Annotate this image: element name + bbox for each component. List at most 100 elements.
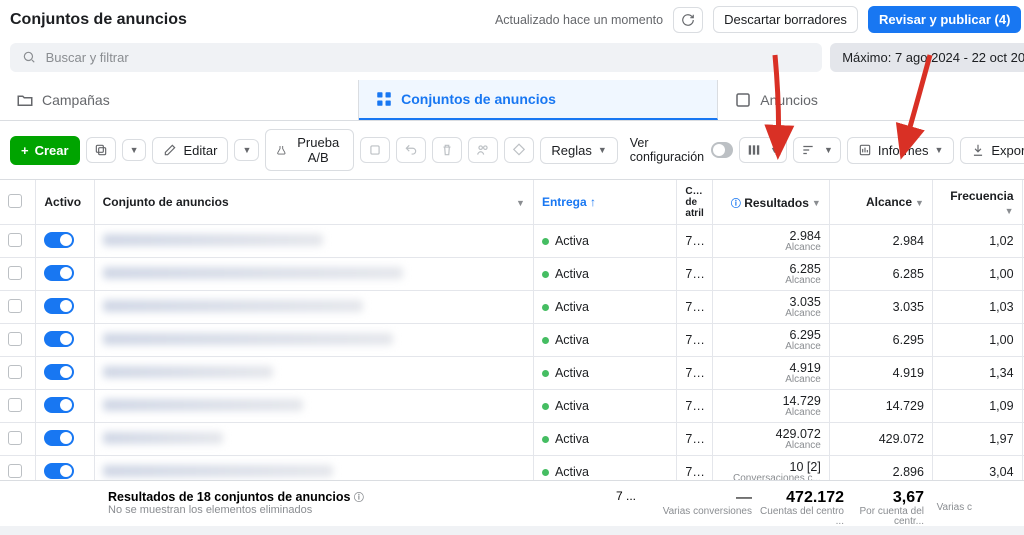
row-con: 7 ... — [677, 324, 713, 357]
row-frequency: 1,00 — [932, 324, 1022, 357]
row-checkbox[interactable] — [8, 365, 22, 379]
delete-button[interactable] — [432, 137, 462, 163]
row-reach: 14.729 — [829, 390, 932, 423]
row-con: 7 ... — [677, 225, 713, 258]
refresh-button[interactable] — [673, 7, 703, 33]
row-reach: 429.072 — [829, 423, 932, 456]
row-con: 7 ... — [677, 423, 713, 456]
tab-campaigns[interactable]: Campañas — [0, 80, 359, 120]
row-name[interactable] — [103, 465, 333, 477]
row-toggle[interactable] — [44, 265, 74, 281]
row-checkbox[interactable] — [8, 233, 22, 247]
row-name[interactable] — [103, 300, 363, 312]
row-name[interactable] — [103, 366, 273, 378]
table-row[interactable]: Activa7 ...14.729Alcance14.7291,09Por 1.… — [0, 390, 1024, 423]
row-reach: 6.295 — [829, 324, 932, 357]
row-delivery: Activa — [533, 291, 676, 324]
status-dot-icon — [542, 337, 549, 344]
date-range-picker[interactable]: Máximo: 7 ago 2024 - 22 oct 2024 ▼ — [830, 43, 1024, 72]
discard-drafts-button[interactable]: Descartar borradores — [713, 6, 858, 33]
row-con: 7 ... — [677, 357, 713, 390]
view-setup-label: Ver configuración — [630, 136, 705, 164]
edit-button[interactable]: Editar — [152, 137, 228, 164]
row-frequency: 1,09 — [932, 390, 1022, 423]
row-checkbox[interactable] — [8, 299, 22, 313]
row-name[interactable] — [103, 267, 403, 279]
row-toggle[interactable] — [44, 331, 74, 347]
row-con: 7 ... — [677, 258, 713, 291]
col-reach[interactable]: Alcance▼ — [829, 180, 932, 225]
row-results: 10 [2]Conversaciones c... — [713, 456, 830, 480]
duplicate-dropdown[interactable]: ▼ — [122, 139, 147, 161]
footer-res: — — [648, 489, 752, 507]
row-reach: 4.919 — [829, 357, 932, 390]
row-results: 4.919Alcance — [713, 357, 830, 390]
updated-time: Actualizado hace un momento — [495, 13, 663, 27]
col-con[interactable]: Con de atril — [677, 180, 713, 225]
ab-test-button[interactable]: Prueba A/B — [265, 129, 354, 171]
row-checkbox[interactable] — [8, 464, 22, 478]
table-row[interactable]: Activa7 ...6.295Alcance6.2951,00Por 1.00… — [0, 324, 1024, 357]
row-checkbox[interactable] — [8, 398, 22, 412]
row-toggle[interactable] — [44, 298, 74, 314]
row-results: 14.729Alcance — [713, 390, 830, 423]
table-row[interactable]: Activa7 ...3.035Alcance3.0351,03Por 1.00… — [0, 291, 1024, 324]
tab-adsets[interactable]: Conjuntos de anuncios — [359, 80, 718, 120]
col-checkbox[interactable] — [0, 180, 36, 225]
table-row[interactable]: Activa7 ...6.285Alcance6.2851,00Por 1.00… — [0, 258, 1024, 291]
duplicate-button[interactable] — [86, 137, 116, 163]
row-frequency: 1,03 — [932, 291, 1022, 324]
view-setup-toggle[interactable] — [711, 142, 733, 158]
row-reach: 3.035 — [829, 291, 932, 324]
row-toggle[interactable] — [44, 364, 74, 380]
col-frequency[interactable]: Frecuencia▼ — [932, 180, 1022, 225]
review-publish-button[interactable]: Revisar y publicar (4) — [868, 6, 1022, 33]
page-title: Conjuntos de anuncios — [10, 11, 187, 29]
row-checkbox[interactable] — [8, 266, 22, 280]
tag-button[interactable] — [504, 137, 534, 163]
footer-freq-sub: Por cuenta del centr... — [844, 507, 924, 527]
search-placeholder: Buscar y filtrar — [46, 50, 129, 65]
row-toggle[interactable] — [44, 463, 74, 479]
row-frequency: 3,04 — [932, 456, 1022, 480]
col-name[interactable]: Conjunto de anuncios▼ — [94, 180, 533, 225]
search-input[interactable]: Buscar y filtrar — [10, 43, 822, 72]
col-active[interactable]: Activo — [36, 180, 94, 225]
rules-button[interactable]: Reglas ▼ — [540, 137, 617, 164]
row-name[interactable] — [103, 432, 223, 444]
footer-con: 7 ... — [616, 489, 648, 527]
footer-cost-sub: Varias c — [924, 503, 972, 513]
row-delivery: Activa — [533, 225, 676, 258]
row-name[interactable] — [103, 333, 393, 345]
table-row[interactable]: Activa7 ...4.919Alcance4.9191,34Por 1.00… — [0, 357, 1024, 390]
footer-reach: 472.172 — [752, 489, 844, 507]
row-delivery: Activa — [533, 357, 676, 390]
edit-dropdown[interactable]: ▼ — [234, 139, 259, 161]
row-delivery: Activa — [533, 258, 676, 291]
status-dot-icon — [542, 469, 549, 476]
table-row[interactable]: Activa7 ...10 [2]Conversaciones c...2.89… — [0, 456, 1024, 480]
row-toggle[interactable] — [44, 232, 74, 248]
row-checkbox[interactable] — [8, 431, 22, 445]
columns-button[interactable]: ▼ — [739, 137, 787, 163]
row-checkbox[interactable] — [8, 332, 22, 346]
audience-button[interactable] — [468, 137, 498, 163]
row-reach: 2.896 — [829, 456, 932, 480]
row-name[interactable] — [103, 399, 303, 411]
export-button[interactable]: Exportar ▼ — [960, 137, 1024, 164]
row-toggle[interactable] — [44, 430, 74, 446]
undo-button[interactable] — [396, 137, 426, 163]
footer-res-sub: Varias conversiones — [648, 507, 752, 517]
table-row[interactable]: Activa7 ...429.072Alcance429.0721,97Por … — [0, 423, 1024, 456]
row-delivery: Activa — [533, 390, 676, 423]
table-row[interactable]: Activa7 ...2.984Alcance2.9841,02Por 1.00… — [0, 225, 1024, 258]
reports-button[interactable]: Informes ▼ — [847, 137, 955, 164]
breakdown-button[interactable]: ▼ — [793, 137, 841, 163]
copy-button[interactable] — [360, 137, 390, 163]
tab-ads[interactable]: Anuncios — [718, 80, 1024, 120]
col-results[interactable]: ⓘ Resultados▼ — [713, 180, 830, 225]
col-delivery[interactable]: Entrega ↑ — [533, 180, 676, 225]
create-button[interactable]: +Crear — [10, 136, 80, 165]
row-name[interactable] — [103, 234, 323, 246]
row-toggle[interactable] — [44, 397, 74, 413]
